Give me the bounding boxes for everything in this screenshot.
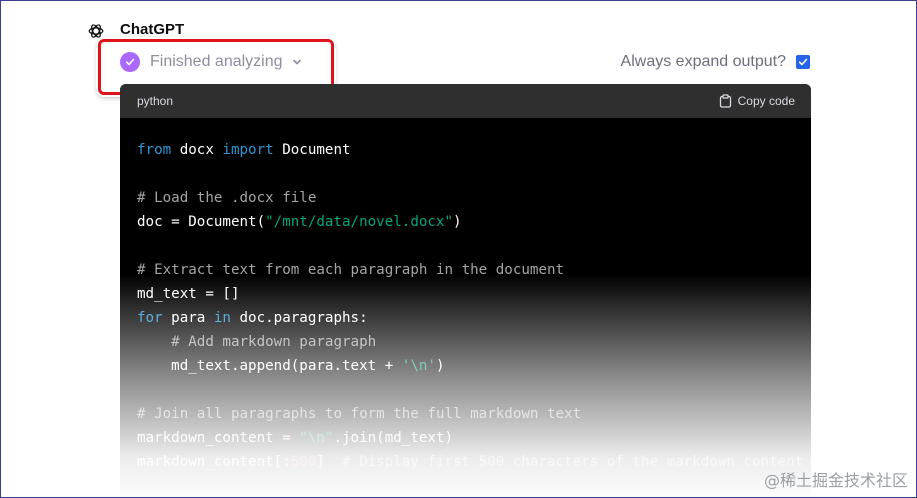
code-line: md_text.append(para.text + '\n')	[137, 354, 794, 378]
copy-code-button[interactable]: Copy code	[719, 94, 795, 108]
code-token: doc = Document(	[137, 214, 266, 230]
code-token: md_text = []	[137, 286, 240, 302]
code-line: # Add markdown paragraph	[137, 330, 794, 354]
code-token: from	[137, 142, 172, 158]
code-line: # Extract text from each paragraph in th…	[137, 258, 794, 282]
code-line: md_text = []	[137, 282, 794, 306]
code-token: # Extract text from each paragraph in th…	[137, 262, 565, 278]
code-token: '\n'	[401, 358, 436, 374]
code-token: # Load the .docx file	[137, 190, 317, 206]
code-token: # Add markdown paragraph	[171, 334, 377, 350]
code-token: docx	[171, 142, 223, 158]
code-token: 500	[290, 454, 317, 470]
assistant-name: ChatGPT	[120, 21, 185, 38]
code-line: # Load the .docx file	[137, 186, 794, 210]
chevron-down-icon	[292, 59, 301, 65]
code-content: from docx import Document # Load the .doc…	[120, 118, 811, 497]
analysis-status-label: Finished analyzing	[150, 53, 283, 70]
code-line: markdown_content[:500] # Display first 5…	[137, 450, 803, 474]
chatgpt-logo-icon	[88, 24, 104, 38]
code-line: for para in doc.paragraphs:	[137, 306, 794, 330]
code-token: in	[213, 310, 231, 326]
code-token: "\n"	[299, 430, 334, 446]
expand-output-label: Always expand output?	[620, 53, 786, 70]
copy-code-label: Copy code	[737, 94, 795, 108]
code-token: markdown_content =	[137, 430, 300, 446]
chat-message-frame: ChatGPT Finished analyzing Always expand…	[0, 0, 917, 498]
code-token: Document	[273, 142, 351, 158]
clipboard-icon	[719, 94, 731, 108]
analysis-status-toggle[interactable]: Finished analyzing	[120, 52, 303, 72]
expand-output-control: Always expand output?	[621, 53, 810, 71]
code-language-label: python	[137, 94, 174, 108]
code-line: # Join all paragraphs to form the full m…	[137, 402, 794, 426]
code-token: md_text.append(para.text +	[137, 358, 402, 374]
code-token: import	[222, 142, 274, 158]
code-token: ]	[316, 454, 342, 470]
code-token: # Join all paragraphs to form the full m…	[137, 406, 582, 422]
code-token: para	[162, 310, 214, 326]
code-block: python Copy code from docx import Docume…	[120, 84, 811, 497]
code-line: markdown_content = "\n".join(md_text)	[137, 426, 794, 450]
code-token: )	[453, 214, 462, 230]
expand-output-checkbox[interactable]	[796, 55, 810, 69]
code-token: )	[435, 358, 445, 374]
checkmark-icon	[798, 58, 808, 66]
code-token: # Display first 500 characters of the ma…	[342, 454, 804, 470]
code-token: for	[137, 310, 163, 326]
watermark: @稀土掘金技术社区	[763, 471, 908, 490]
code-token: markdown_content[:	[137, 454, 291, 470]
code-header: python Copy code	[120, 84, 811, 118]
code-line: from docx import Document	[137, 138, 794, 162]
code-token: .join(md_text)	[333, 430, 454, 446]
code-token: doc.paragraphs:	[230, 310, 368, 326]
check-circle-icon	[120, 52, 140, 72]
code-token: "/mnt/data/novel.docx"	[265, 214, 454, 230]
code-line: doc = Document("/mnt/data/novel.docx")	[137, 210, 794, 234]
